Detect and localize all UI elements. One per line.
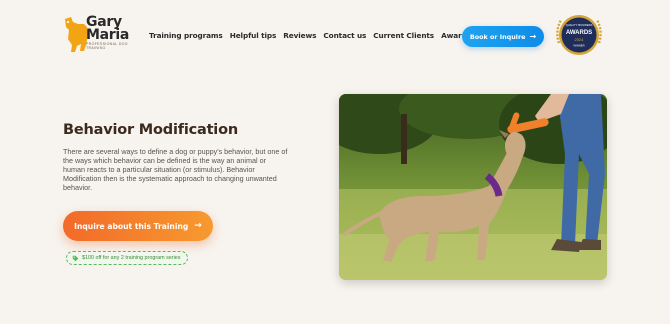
nav-reviews[interactable]: Reviews	[283, 31, 316, 40]
badge-main-text: AWARDS	[566, 30, 592, 36]
cta-label: Inquire about this Training	[74, 221, 189, 231]
dog-training-image	[339, 94, 607, 280]
inquire-training-button[interactable]: Inquire about this Training →	[63, 211, 213, 241]
nav-current-clients[interactable]: Current Clients	[373, 31, 434, 40]
main-nav: Training programs Helpful tips Reviews C…	[149, 31, 471, 40]
nav-contact-us[interactable]: Contact us	[323, 31, 366, 40]
price-tag-icon	[72, 255, 79, 261]
promo-badge: $100 off for any 2 training program seri…	[66, 251, 189, 265]
badge-bottom-text: WINNER	[573, 44, 584, 48]
promo-text: $100 off for any 2 training program seri…	[82, 255, 181, 261]
training-photo	[339, 94, 607, 280]
book-or-inquire-button[interactable]: Book or Inquire →	[462, 26, 544, 47]
arrow-right-icon: →	[194, 221, 202, 231]
brand-name: Gary Maria	[86, 14, 130, 43]
arrow-right-icon: →	[529, 32, 537, 41]
brand-logo[interactable]: Gary Maria PROFESSIONAL DOG TRAINING	[62, 13, 142, 55]
book-button-label: Book or Inquire	[469, 32, 526, 41]
page-title: Behavior Modification	[63, 122, 238, 138]
training-description: There are several ways to define a dog o…	[63, 147, 288, 193]
award-badge[interactable]: QUALITY BUSINESS AWARDS 2024 WINNER	[551, 11, 607, 61]
badge-year-text: 2024	[575, 37, 585, 42]
nav-training-programs[interactable]: Training programs	[149, 31, 223, 40]
nav-helpful-tips[interactable]: Helpful tips	[230, 31, 277, 40]
badge-top-text: QUALITY BUSINESS	[566, 23, 593, 27]
brand-tagline: PROFESSIONAL DOG TRAINING	[86, 42, 128, 51]
